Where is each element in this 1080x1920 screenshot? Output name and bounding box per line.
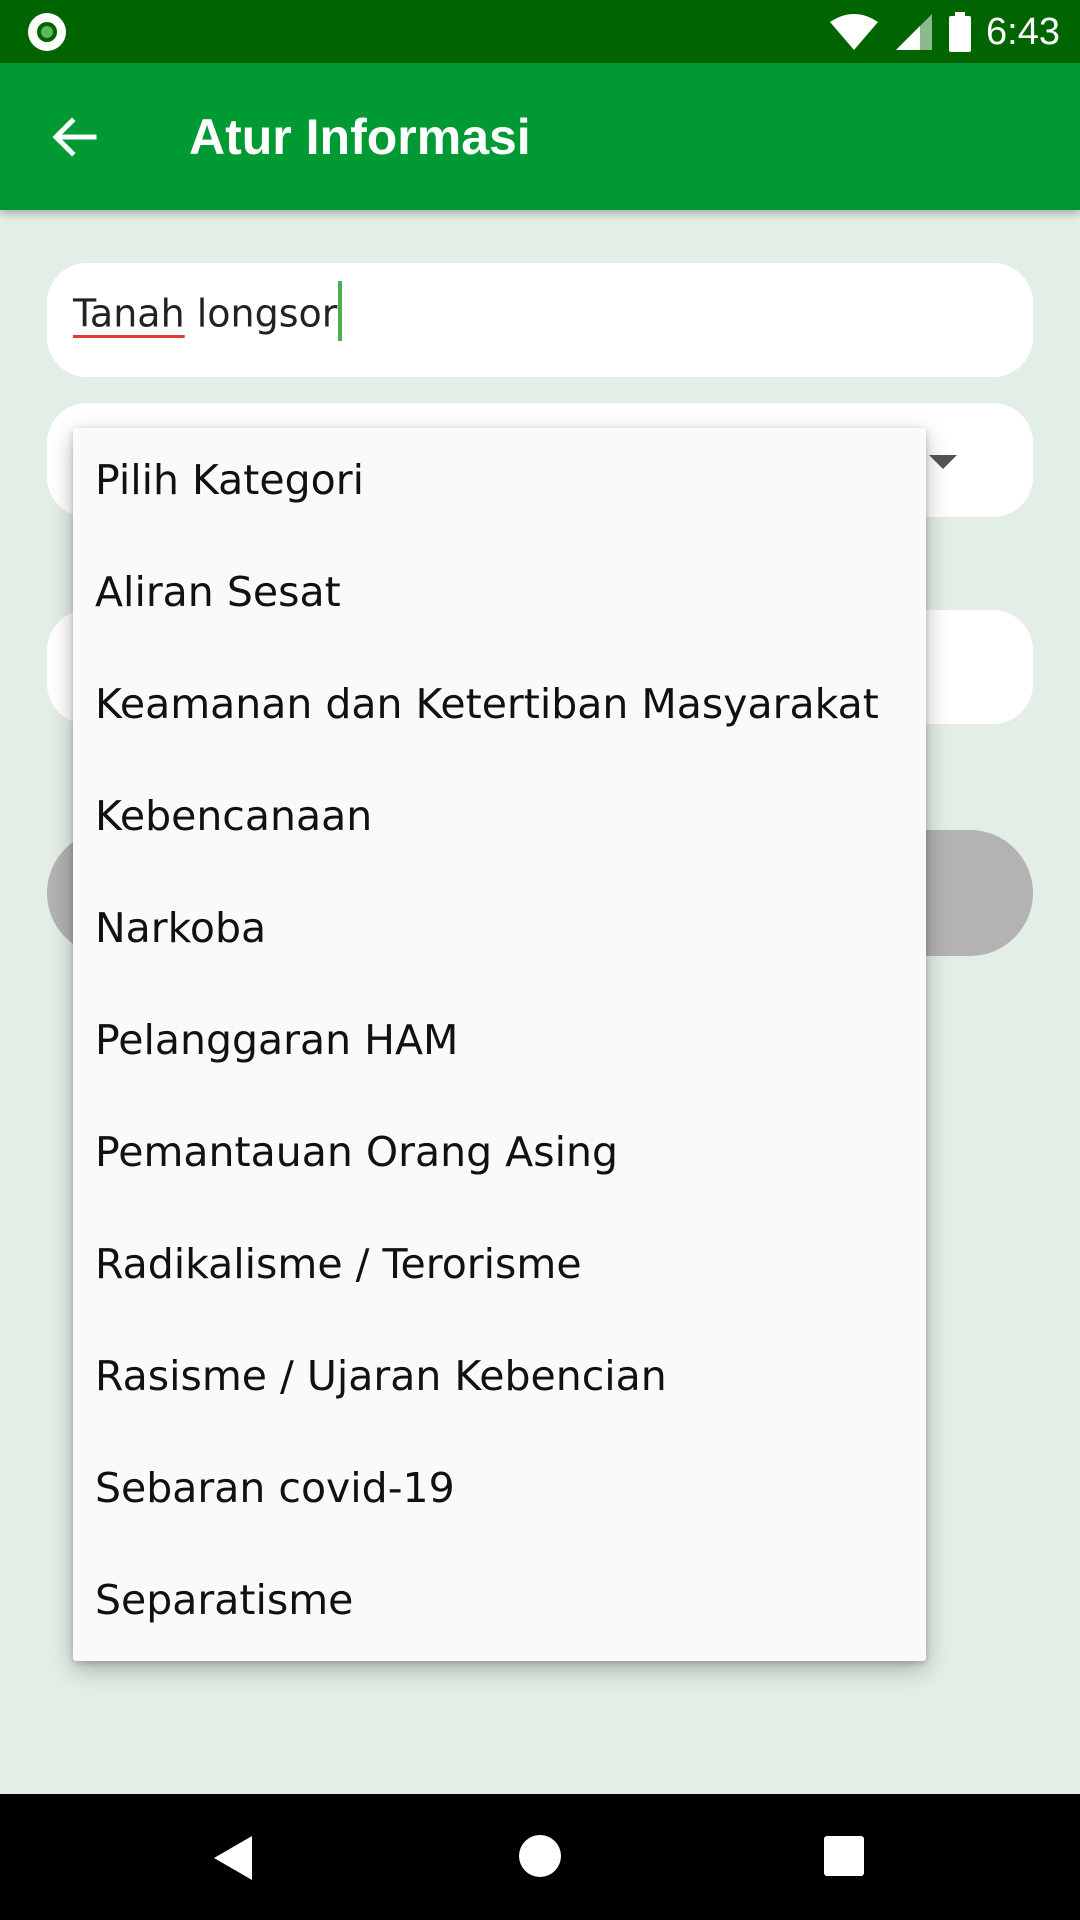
- dropdown-option-kebencanaan[interactable]: Kebencanaan: [73, 764, 926, 876]
- caret-down-icon: [929, 455, 957, 469]
- nav-recents-icon[interactable]: [824, 1836, 864, 1876]
- status-icons: 6:43: [828, 8, 1060, 56]
- navigation-bar: [0, 1794, 1080, 1920]
- battery-icon: [949, 12, 972, 52]
- dropdown-option-pelanggaran-ham[interactable]: Pelanggaran HAM: [73, 988, 926, 1100]
- dropdown-option-rasisme[interactable]: Rasisme / Ujaran Kebencian: [73, 1324, 926, 1436]
- wifi-icon: [830, 14, 879, 50]
- nav-back-icon[interactable]: [214, 1836, 252, 1880]
- text-cursor: [338, 281, 343, 341]
- back-button[interactable]: [40, 103, 108, 171]
- status-bar: 6:43: [0, 0, 1080, 63]
- dropdown-option-sebaran-covid[interactable]: Sebaran covid-19: [73, 1436, 926, 1548]
- status-time: 6:43: [986, 10, 1060, 53]
- dropdown-option-pilih-kategori[interactable]: Pilih Kategori: [73, 428, 926, 540]
- info-input[interactable]: Tanah longsor: [47, 263, 1033, 377]
- page-title: Atur Informasi: [189, 109, 531, 165]
- dropdown-option-radikalisme[interactable]: Radikalisme / Terorisme: [73, 1212, 926, 1324]
- signal-icon: [896, 14, 933, 50]
- input-value-rest: longsor: [184, 291, 338, 336]
- app-bar: Atur Informasi: [0, 63, 1080, 210]
- nav-home-icon[interactable]: [519, 1835, 561, 1877]
- dropdown-option-keamanan[interactable]: Keamanan dan Ketertiban Masyarakat: [73, 652, 926, 764]
- dropdown-option-narkoba[interactable]: Narkoba: [73, 876, 926, 988]
- category-dropdown-menu: Pilih Kategori Aliran Sesat Keamanan dan…: [73, 428, 926, 1661]
- dropdown-option-aliran-sesat[interactable]: Aliran Sesat: [73, 540, 926, 652]
- info-input-text[interactable]: Tanah longsor: [73, 281, 343, 341]
- dropdown-option-separatisme[interactable]: Separatisme: [73, 1548, 926, 1660]
- record-icon: [28, 13, 66, 51]
- misspelled-word: Tanah: [73, 291, 185, 336]
- arrow-back-icon: [52, 117, 97, 157]
- dropdown-option-pemantauan-orang-asing[interactable]: Pemantauan Orang Asing: [73, 1100, 926, 1212]
